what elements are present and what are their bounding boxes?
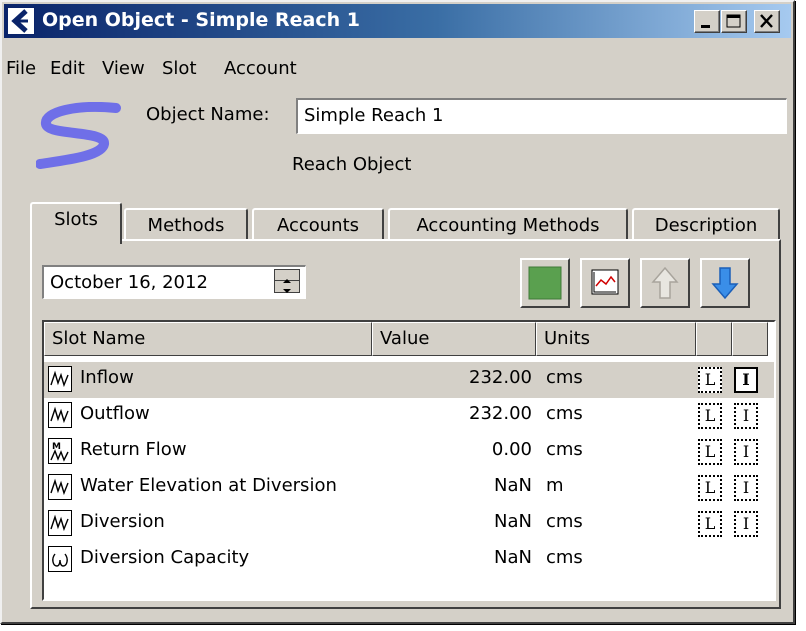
slot-name: Return Flow	[80, 439, 187, 460]
up-arrow-icon	[651, 266, 679, 299]
column-header-units[interactable]: Units	[536, 322, 696, 356]
slot-units: cms	[546, 511, 583, 532]
title-bar[interactable]: Open Object - Simple Reach 1	[4, 4, 791, 38]
table-row[interactable]: Diversion NaN cms L I	[44, 506, 774, 542]
tab-slots[interactable]: Slots	[30, 202, 122, 244]
plot-button[interactable]	[580, 258, 630, 308]
tab-accounting-methods[interactable]: Accounting Methods	[388, 208, 628, 242]
move-up-button[interactable]	[640, 258, 690, 308]
color-button[interactable]	[520, 258, 570, 308]
series-slot-icon	[48, 474, 72, 500]
minimize-button[interactable]	[694, 10, 720, 33]
menu-account[interactable]: Account	[224, 58, 297, 79]
multi-slot-icon: M	[48, 438, 72, 464]
maximize-button[interactable]	[721, 10, 747, 33]
flag-i-icon[interactable]: I	[734, 367, 758, 393]
column-header-value[interactable]: Value	[372, 322, 536, 356]
slot-value: NaN	[494, 475, 532, 496]
slot-value: 232.00	[469, 367, 532, 388]
flag-i-icon[interactable]: I	[734, 475, 758, 501]
open-object-window: Open Object - Simple Reach 1 File Edit V…	[0, 0, 795, 624]
flag-l-icon[interactable]: L	[698, 439, 722, 465]
green-square-icon	[528, 266, 562, 300]
series-slot-icon	[48, 402, 72, 428]
spin-up-button[interactable]	[275, 270, 299, 283]
object-type-label: Reach Object	[292, 154, 412, 175]
close-button[interactable]	[754, 10, 780, 33]
flag-l-icon[interactable]: L	[698, 403, 722, 429]
table-row[interactable]: M Return Flow 0.00 cms L I	[44, 434, 774, 470]
menu-edit[interactable]: Edit	[50, 58, 85, 79]
table-row[interactable]: Water Elevation at Diversion NaN m L I	[44, 470, 774, 506]
slot-value: NaN	[494, 547, 532, 568]
column-header-flag1[interactable]	[696, 322, 732, 356]
slot-units: cms	[546, 403, 583, 424]
menu-slot[interactable]: Slot	[162, 58, 197, 79]
flag-l-icon[interactable]: L	[698, 475, 722, 501]
svg-text:M: M	[52, 442, 61, 452]
close-icon	[760, 14, 773, 28]
date-input[interactable]: October 16, 2012	[42, 265, 306, 299]
slot-name: Diversion Capacity	[80, 547, 250, 568]
flag-l-icon[interactable]: L	[698, 511, 722, 537]
flag-i-icon[interactable]: I	[734, 439, 758, 465]
flag-l-icon[interactable]: L	[698, 367, 722, 393]
slot-name: Water Elevation at Diversion	[80, 475, 337, 496]
slot-table[interactable]: Slot Name Value Units Inflow 232.00 cms …	[42, 320, 776, 601]
plot-icon	[591, 269, 619, 295]
slot-value: 232.00	[469, 403, 532, 424]
slot-units: m	[546, 475, 564, 496]
slot-name: Diversion	[80, 511, 165, 532]
column-header-slot-name[interactable]: Slot Name	[44, 322, 372, 356]
menu-file[interactable]: File	[6, 58, 36, 79]
slot-units: cms	[546, 547, 583, 568]
table-row[interactable]: Diversion Capacity NaN cms	[44, 542, 774, 578]
slot-value: NaN	[494, 511, 532, 532]
slot-value: 0.00	[491, 439, 532, 460]
date-spinner[interactable]	[274, 269, 300, 293]
slot-units: cms	[546, 367, 583, 388]
object-name-input[interactable]: Simple Reach 1	[296, 98, 787, 134]
table-row[interactable]: Outflow 232.00 cms L I	[44, 398, 774, 434]
window-title: Open Object - Simple Reach 1	[42, 9, 360, 31]
slot-name: Outflow	[80, 403, 150, 424]
flag-i-icon[interactable]: I	[734, 511, 758, 537]
scalar-slot-icon	[48, 546, 72, 572]
column-header-flag2[interactable]	[732, 322, 768, 356]
flag-i-icon[interactable]: I	[734, 403, 758, 429]
menu-view[interactable]: View	[102, 58, 145, 79]
series-slot-icon	[48, 366, 72, 392]
riverware-app-icon[interactable]	[7, 7, 35, 35]
series-slot-icon	[48, 510, 72, 536]
tab-methods[interactable]: Methods	[124, 208, 248, 242]
tab-description[interactable]: Description	[632, 208, 780, 242]
table-row[interactable]: Inflow 232.00 cms L I	[44, 362, 774, 398]
move-down-button[interactable]	[700, 258, 750, 308]
down-arrow-icon	[711, 267, 739, 300]
reach-object-icon	[36, 102, 121, 169]
slot-units: cms	[546, 439, 583, 460]
spin-down-button[interactable]	[275, 281, 299, 293]
slot-name: Inflow	[80, 367, 134, 388]
tab-accounts[interactable]: Accounts	[252, 208, 384, 242]
object-name-label: Object Name:	[146, 104, 270, 125]
